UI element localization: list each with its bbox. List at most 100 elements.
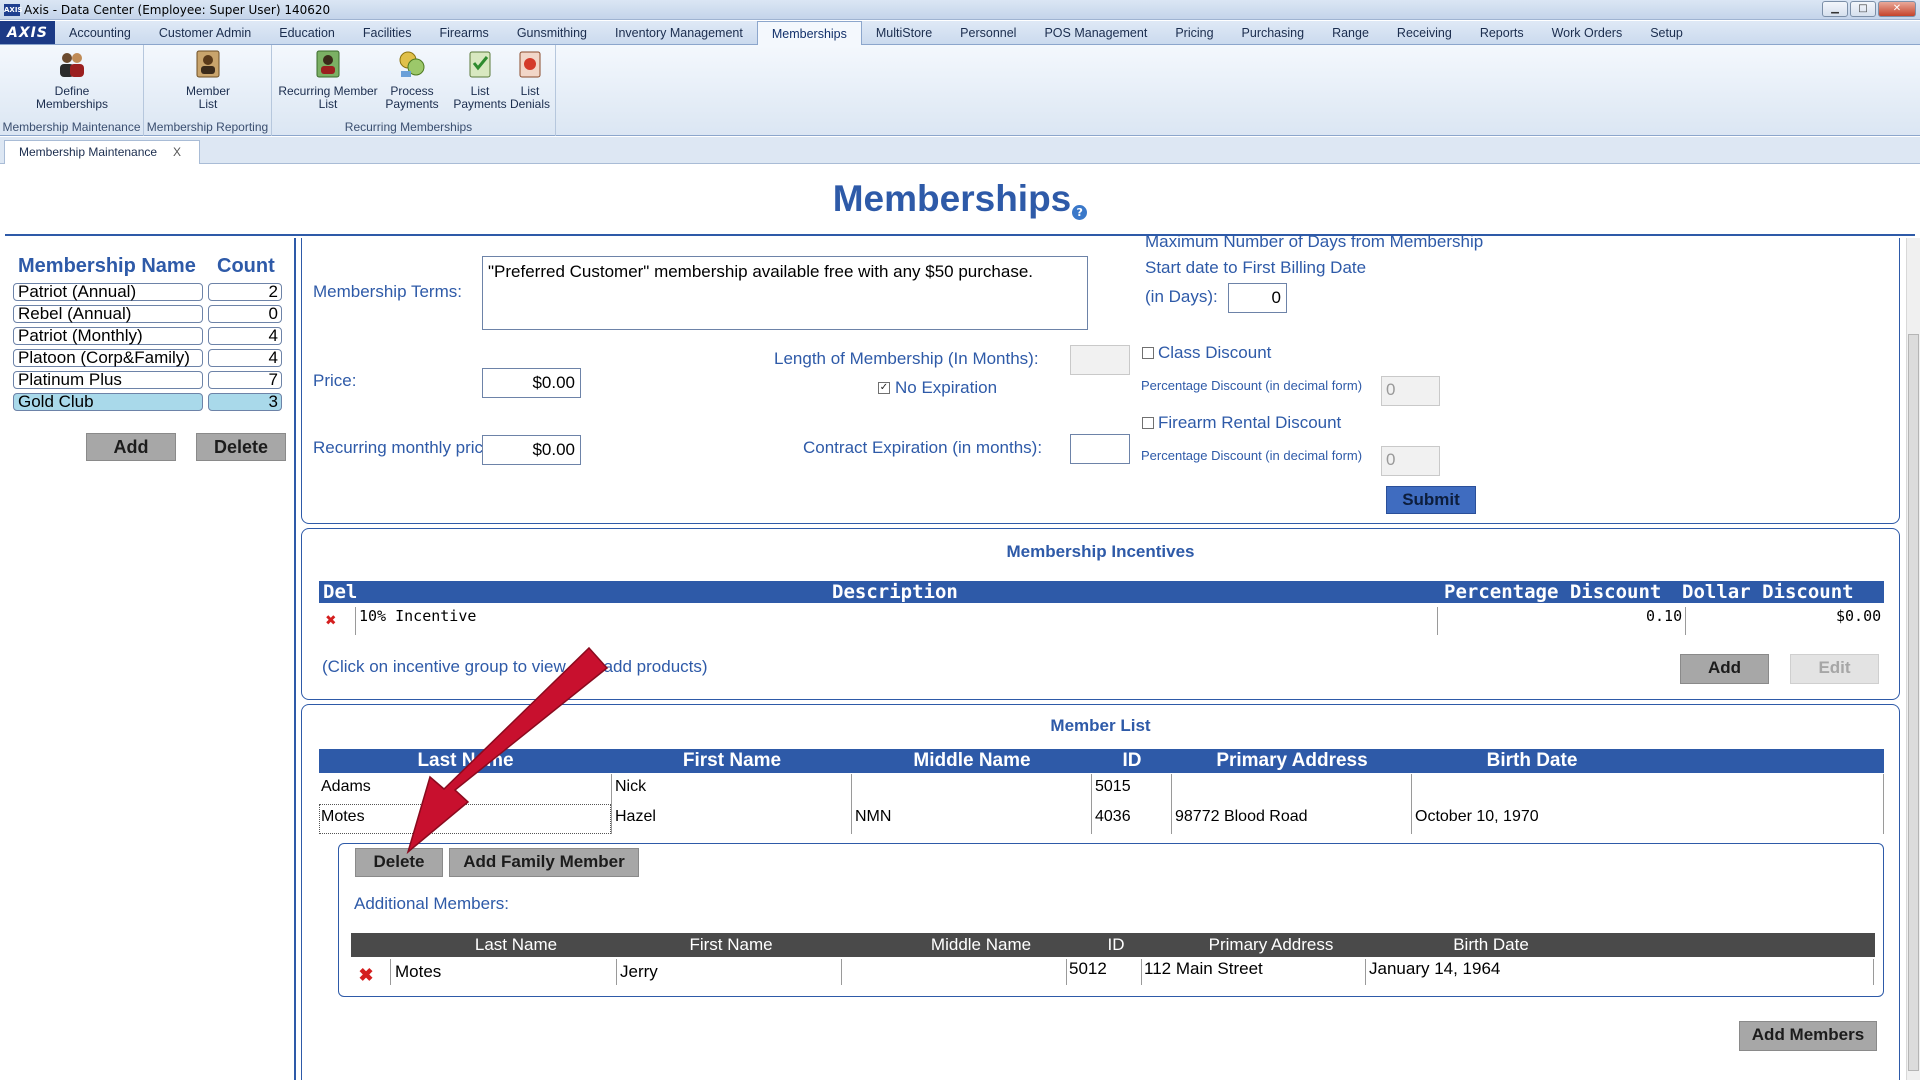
process-payments-label: Process Payments: [385, 84, 439, 111]
max-days-label-2: Start date to First Billing Date: [1145, 258, 1367, 277]
tab-membership-maintenance[interactable]: Membership Maintenance X: [4, 140, 200, 164]
id-header: ID: [1122, 750, 1142, 771]
membership-details-form: Membership Terms: "Preferred Customer" m…: [301, 232, 1900, 524]
tab-firearms[interactable]: Firearms: [426, 21, 503, 44]
recurring-price-input[interactable]: $0.00: [482, 435, 581, 465]
membership-name[interactable]: Rebel (Annual): [13, 305, 203, 323]
edit-incentive-button[interactable]: Edit: [1790, 654, 1879, 684]
member-row[interactable]: Adams Nick 5015: [319, 774, 1884, 804]
tab-pos-management[interactable]: POS Management: [1030, 21, 1161, 44]
rental-discount-checkbox[interactable]: [1142, 417, 1154, 429]
tab-personnel[interactable]: Personnel: [946, 21, 1030, 44]
membership-count: 4: [208, 327, 282, 345]
tab-setup[interactable]: Setup: [1636, 21, 1697, 44]
ribbon-group-reporting: Member List Membership Reporting: [144, 45, 272, 136]
member-row-selected[interactable]: Motes Hazel NMN 4036 98772 Blood Road Oc…: [319, 804, 1884, 834]
length-label: Length of Membership (In Months):: [774, 349, 1039, 368]
add-incentive-button[interactable]: Add: [1680, 654, 1769, 684]
list-denials-button[interactable]: List Denials: [508, 49, 552, 111]
price-input[interactable]: $0.00: [482, 368, 581, 398]
close-tab-icon[interactable]: X: [173, 141, 181, 163]
ribbon: Define Memberships Membership Maintenanc…: [0, 45, 1920, 136]
tab-work-orders[interactable]: Work Orders: [1538, 21, 1637, 44]
delete-membership-button[interactable]: Delete: [196, 433, 286, 461]
membership-count: 3: [208, 393, 282, 411]
list-payments-button[interactable]: List Payments: [452, 49, 508, 111]
class-discount-checkbox[interactable]: [1142, 347, 1154, 359]
rental-pct-label: Percentage Discount (in decimal form): [1141, 448, 1363, 463]
delete-incentive-icon[interactable]: ✖: [323, 612, 339, 630]
membership-name[interactable]: Platinum Plus: [13, 371, 203, 389]
family-members-box: Delete Add Family Member Additional Memb…: [338, 843, 1884, 997]
member-middle-name: NMN: [855, 808, 892, 825]
membership-name[interactable]: Patriot (Annual): [13, 283, 203, 301]
tab-pricing[interactable]: Pricing: [1161, 21, 1227, 44]
family-table-header: Last Name First Name Middle Name ID Prim…: [351, 933, 1875, 957]
tab-gunsmithing[interactable]: Gunsmithing: [503, 21, 601, 44]
payments-icon: [399, 51, 425, 77]
membership-name[interactable]: Gold Club: [13, 393, 203, 411]
define-memberships-button[interactable]: Define Memberships: [20, 49, 124, 111]
membership-name[interactable]: Platoon (Corp&Family): [13, 349, 203, 367]
tab-purchasing[interactable]: Purchasing: [1228, 21, 1319, 44]
delete-member-button[interactable]: Delete: [355, 848, 443, 877]
help-icon[interactable]: ?: [1072, 205, 1088, 220]
ribbon-group-maintenance: Define Memberships Membership Maintenanc…: [0, 45, 144, 136]
length-input[interactable]: [1070, 345, 1130, 375]
class-pct-label: Percentage Discount (in decimal form): [1141, 378, 1363, 393]
add-family-member-button[interactable]: Add Family Member: [449, 848, 639, 877]
family-member-row[interactable]: ✖ Motes Jerry 5012 112 Main Street Janua…: [351, 959, 1875, 987]
incentive-row[interactable]: ✖ 10% Incentive 0.10 $0.00: [319, 605, 1884, 635]
vertical-scrollbar[interactable]: [1906, 238, 1920, 1080]
incentives-table-header: Del Description Percentage Discount Doll…: [319, 581, 1884, 603]
tab-memberships[interactable]: Memberships: [756, 21, 862, 46]
window-titlebar: AXIS Axis - Data Center (Employee: Super…: [0, 0, 1920, 20]
tab-multistore[interactable]: MultiStore: [862, 21, 946, 44]
no-expiration-checkbox[interactable]: ✓: [878, 382, 890, 394]
contract-input[interactable]: [1070, 434, 1130, 464]
tab-reports[interactable]: Reports: [1466, 21, 1538, 44]
incentive-hint: (Click on incentive group to view and ad…: [322, 657, 708, 676]
rental-pct-input[interactable]: 0: [1381, 446, 1440, 476]
maximize-icon[interactable]: □: [1850, 1, 1876, 17]
description-header: Description: [832, 581, 958, 603]
tab-receiving[interactable]: Receiving: [1383, 21, 1466, 44]
terms-textarea[interactable]: "Preferred Customer" membership availabl…: [482, 256, 1088, 330]
terms-label: Membership Terms:: [313, 282, 462, 301]
delete-family-member-icon[interactable]: ✖: [358, 966, 374, 984]
last-name-header: Last Name: [417, 750, 514, 771]
tab-customer-admin[interactable]: Customer Admin: [145, 21, 265, 44]
price-label: Price:: [313, 371, 357, 390]
group-label-recurring: Recurring Memberships: [344, 120, 473, 134]
member-id: 4036: [1095, 808, 1131, 825]
tab-facilities[interactable]: Facilities: [349, 21, 426, 44]
window-controls: ▁ □ ✕: [1822, 1, 1916, 17]
scrollbar-thumb[interactable]: [1908, 334, 1919, 1071]
member-card-icon: [196, 50, 220, 78]
tab-accounting[interactable]: Accounting: [55, 21, 145, 44]
family-last-name: Motes: [395, 962, 442, 981]
group-label-maintenance: Membership Maintenance: [2, 120, 141, 134]
member-list-button[interactable]: Member List: [178, 49, 238, 111]
axis-logo[interactable]: AXIS: [0, 21, 55, 44]
max-days-label-3: (in Days):: [1145, 287, 1218, 306]
add-membership-button[interactable]: Add: [86, 433, 176, 461]
close-icon[interactable]: ✕: [1878, 1, 1916, 17]
add-members-button[interactable]: Add Members: [1739, 1021, 1877, 1051]
process-payments-button[interactable]: Process Payments: [380, 49, 444, 111]
membership-name[interactable]: Patriot (Monthly): [13, 327, 203, 345]
membership-count: 4: [208, 349, 282, 367]
tab-range[interactable]: Range: [1318, 21, 1383, 44]
max-days-input[interactable]: 0: [1228, 283, 1287, 313]
submit-button[interactable]: Submit: [1386, 486, 1476, 514]
class-pct-input[interactable]: 0: [1381, 376, 1440, 406]
incentive-percentage: 0.10: [1646, 607, 1683, 625]
member-last-name: Motes: [321, 808, 365, 825]
member-list-title: Member List: [1050, 716, 1151, 735]
minimize-icon[interactable]: ▁: [1822, 1, 1848, 17]
membership-count: 0: [208, 305, 282, 323]
tab-education[interactable]: Education: [265, 21, 349, 44]
recurring-member-list-button[interactable]: Recurring Member List: [278, 49, 378, 111]
max-days-label-1: Maximum Number of Days from Membership: [1145, 232, 1484, 251]
tab-inventory-management[interactable]: Inventory Management: [601, 21, 757, 44]
